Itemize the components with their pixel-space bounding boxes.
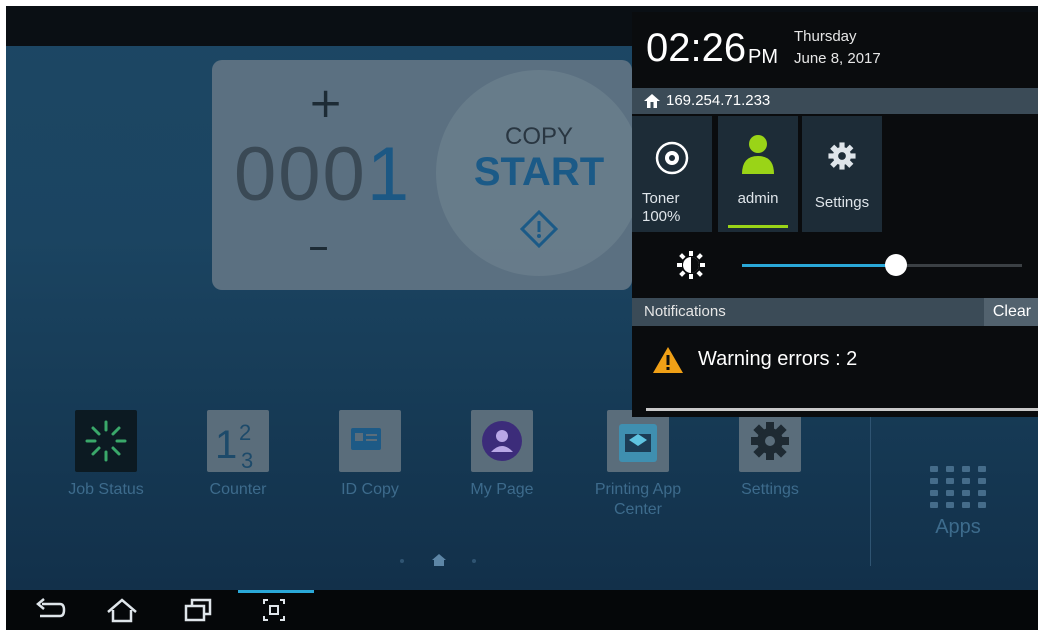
apps-button[interactable]: Apps [918, 466, 998, 539]
clock-time: 02:26 [646, 26, 747, 70]
decrease-count-button[interactable]: – [308, 225, 329, 267]
date: June 8, 2017 [794, 50, 881, 67]
notification-item[interactable]: Warning errors : 2 [632, 330, 1038, 390]
panel-drag-handle[interactable] [646, 408, 1038, 411]
app-id-copy[interactable]: ID Copy [310, 410, 430, 500]
dock-divider [870, 406, 871, 566]
increase-count-button[interactable]: + [308, 82, 343, 124]
brightness-slider-fill [742, 264, 896, 267]
app-label: Settings [741, 481, 799, 498]
app-settings[interactable]: Settings [710, 410, 830, 500]
admin-label: admin [737, 190, 779, 207]
screenshot-icon [263, 599, 285, 621]
brightness-row [632, 232, 1038, 296]
home-icon [644, 94, 660, 108]
toner-tile[interactable]: Toner 100% [632, 116, 712, 232]
admin-active-indicator [728, 225, 788, 228]
page-indicator [394, 554, 484, 568]
clock-ampm: PM [748, 46, 778, 68]
nav-active-indicator [238, 590, 314, 593]
copy-widget: + 0001 – COPY START [212, 60, 642, 290]
ip-address: 169.254.71.233 [666, 92, 771, 109]
start-icon [520, 210, 558, 248]
brightness-slider[interactable] [742, 254, 1022, 276]
recent-apps-button[interactable] [178, 594, 218, 626]
copy-count-last-digit: 1 [366, 132, 412, 217]
copy-label: COPY [504, 123, 573, 150]
notifications-title: Notifications [644, 303, 726, 320]
warning-text: Warning errors : 2 [698, 348, 858, 370]
svg-text:1: 1 [215, 423, 237, 467]
copy-count: 0001 [234, 130, 411, 220]
notifications-header: Notifications Clear [632, 298, 1038, 326]
notification-panel: 02:26 PM Thursday June 8, 2017 169.254.7… [632, 12, 1038, 417]
svg-text:2: 2 [239, 420, 251, 445]
back-icon [36, 598, 66, 618]
weekday: Thursday [794, 28, 857, 45]
warning-icon [653, 347, 683, 373]
gear-icon [828, 142, 856, 170]
app-label: Printing App Center [594, 481, 682, 518]
home-button[interactable] [102, 594, 142, 626]
navigation-bar [6, 590, 1038, 630]
counter-icon: 1 2 3 [207, 410, 269, 473]
settings-label: Settings [814, 194, 870, 211]
admin-tile[interactable]: admin [718, 116, 798, 232]
toner-label-line1: Toner [642, 190, 680, 207]
home-icon [107, 598, 137, 623]
user-icon [742, 135, 774, 174]
app-label: ID Copy [341, 481, 399, 498]
my-page-icon [471, 410, 533, 472]
apps-grid-icon [918, 466, 998, 508]
app-printing-app-center[interactable]: Printing App Center [578, 410, 698, 520]
brightness-icon [677, 251, 705, 279]
toner-label: Toner 100% [642, 190, 712, 226]
copy-start-button[interactable]: COPY START [436, 70, 642, 276]
printing-app-center-icon [607, 410, 669, 472]
clear-notifications-button[interactable]: Clear [984, 298, 1038, 326]
screenshot-button[interactable] [256, 594, 296, 626]
app-label: Job Status [68, 481, 144, 498]
recent-apps-icon [184, 598, 212, 622]
app-counter[interactable]: 1 2 3 Counter [178, 410, 298, 500]
app-label: Counter [209, 481, 267, 498]
back-button[interactable] [30, 594, 70, 626]
ip-address-bar: 169.254.71.233 [632, 88, 1038, 114]
app-my-page[interactable]: My Page [442, 410, 562, 500]
toner-icon [655, 141, 689, 175]
device-screen: + 0001 – COPY START Job Status 1 2 3 Cou… [6, 6, 1038, 630]
job-status-icon [75, 410, 137, 472]
brightness-slider-thumb[interactable] [885, 254, 907, 276]
copy-count-prefix: 000 [234, 132, 367, 217]
toner-level: 100% [642, 208, 681, 225]
settings-tile[interactable]: Settings [802, 116, 882, 232]
start-label: START [473, 150, 605, 194]
app-job-status[interactable]: Job Status [46, 410, 166, 500]
app-label: My Page [470, 481, 534, 498]
settings-icon [739, 410, 801, 472]
svg-text:3: 3 [241, 448, 253, 472]
apps-label: Apps [935, 516, 981, 538]
home-page-icon [432, 554, 446, 566]
id-copy-icon [339, 410, 401, 472]
